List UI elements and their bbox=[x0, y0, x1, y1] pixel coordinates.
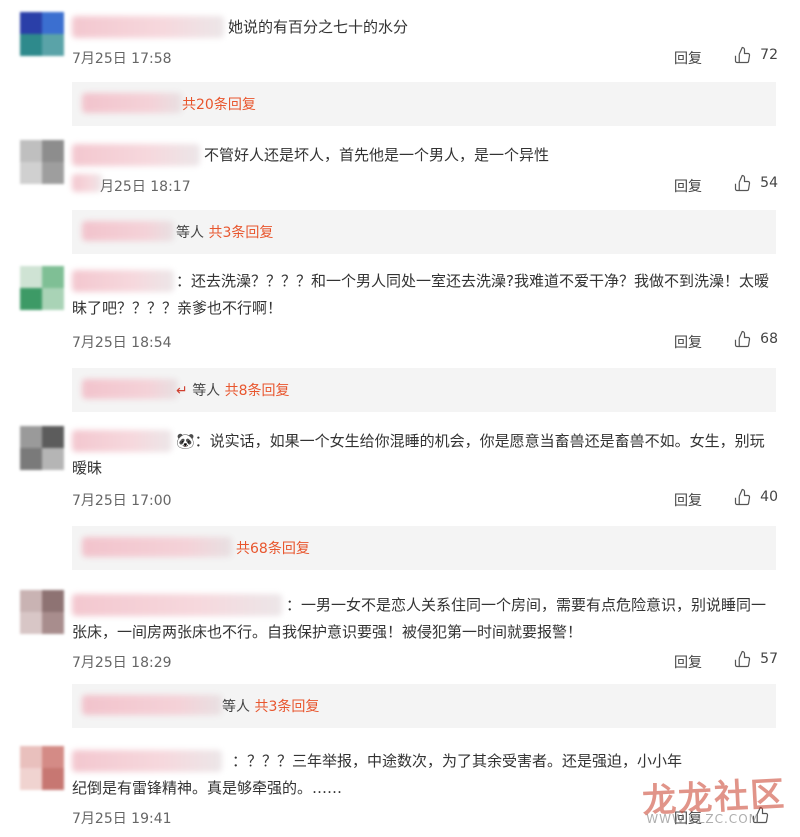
reply-count-link[interactable]: 共3条回复 bbox=[254, 699, 319, 715]
comment-item: ：一男一女不是恋人关系住同一个房间，需要有点危险意识，别说睡同一张床，一间房两张… bbox=[0, 586, 800, 682]
like-count: 68 bbox=[760, 331, 778, 347]
thumbs-up-icon bbox=[735, 46, 751, 64]
watermark-url: WWW.CLZC.COM bbox=[646, 812, 760, 826]
thumbs-up-icon bbox=[735, 650, 751, 668]
comment-time: 月25日 18:17 bbox=[100, 179, 191, 195]
reply-users-blurred bbox=[82, 93, 182, 113]
like-button[interactable]: 40 bbox=[734, 488, 778, 506]
reply-users-blurred bbox=[82, 379, 178, 399]
comment-time: 7月25日 18:54 bbox=[72, 335, 172, 351]
reply-count-link[interactable]: 共3条回复 bbox=[208, 225, 273, 241]
reply-button[interactable]: 回复 bbox=[674, 490, 702, 510]
comment-time: 7月25日 17:00 bbox=[72, 493, 172, 509]
reply-users-blurred bbox=[82, 537, 232, 557]
sub-replies-bar[interactable]: 共20条回复 bbox=[72, 82, 776, 126]
sub-replies-bar[interactable]: 等人 共3条回复 bbox=[72, 210, 776, 254]
comment-time: 7月25日 19:41 bbox=[72, 811, 172, 827]
thumbs-up-icon bbox=[735, 330, 751, 348]
sub-replies-label: 共68条回复 bbox=[236, 538, 310, 558]
sub-replies-label: 等人 共3条回复 bbox=[222, 699, 320, 715]
comment-text: ：一男一女不是恋人关系住同一个房间，需要有点危险意识，别说睡同一张床，一间房两张… bbox=[72, 596, 767, 641]
like-button[interactable]: 57 bbox=[734, 650, 778, 668]
like-count: 40 bbox=[760, 489, 778, 505]
sub-replies-label: 共20条回复 bbox=[182, 94, 256, 114]
reply-button[interactable]: 回复 bbox=[674, 48, 702, 68]
avatar[interactable] bbox=[20, 140, 64, 184]
comment-text: 不管好人还是坏人，首先他是一个男人，是一个异性 bbox=[204, 146, 550, 164]
sub-replies-label: ↵ 等人 共8条回复 bbox=[176, 383, 290, 399]
like-count: 57 bbox=[760, 651, 778, 667]
like-button[interactable]: 72 bbox=[734, 46, 778, 64]
comment-item: 她说的有百分之七十的水分 7月25日 17:58 回复 72 bbox=[0, 6, 800, 78]
comment-time: 7月25日 17:58 bbox=[72, 51, 172, 67]
reply-users-blurred bbox=[82, 695, 222, 715]
comment-time: 7月25日 18:29 bbox=[72, 655, 172, 671]
comment-item: 不管好人还是坏人，首先他是一个男人，是一个异性 月25日 18:17 回复 54 bbox=[0, 136, 800, 208]
like-count: 54 bbox=[760, 175, 778, 191]
avatar[interactable] bbox=[20, 426, 64, 470]
sub-replies-bar[interactable]: ↵ 等人 共8条回复 bbox=[72, 368, 776, 412]
thumbs-up-icon bbox=[735, 488, 751, 506]
like-count: 72 bbox=[760, 47, 778, 63]
avatar[interactable] bbox=[20, 266, 64, 310]
like-button[interactable]: 54 bbox=[734, 174, 778, 192]
reply-button[interactable]: 回复 bbox=[674, 652, 702, 672]
thumbs-up-icon bbox=[735, 174, 751, 192]
avatar[interactable] bbox=[20, 746, 64, 790]
sub-replies-label: 等人 共3条回复 bbox=[176, 225, 274, 241]
reply-button[interactable]: 回复 bbox=[674, 176, 702, 196]
time-blur bbox=[72, 174, 102, 192]
avatar[interactable] bbox=[20, 590, 64, 634]
comment-text: 她说的有百分之七十的水分 bbox=[228, 18, 409, 36]
comment-text: ：？？？三年举报，中途数次，为了其余受害者。还是强迫，小小年纪倒是有雷锋精神。真… bbox=[72, 752, 683, 797]
reply-users-blurred bbox=[82, 221, 174, 241]
reply-count-link[interactable]: 共20条回复 bbox=[182, 97, 256, 113]
sub-replies-bar[interactable]: 等人 共3条回复 bbox=[72, 684, 776, 728]
comment-item: ：还去洗澡？？？？和一个男人同处一室还去洗澡?我难道不爱干净？我做不到洗澡！太暧… bbox=[0, 262, 800, 358]
reply-button[interactable]: 回复 bbox=[674, 332, 702, 352]
comment-text: 🐼：说实话，如果一个女生给你混睡的机会，你是愿意当畜兽还是畜兽不如。女生，别玩暧… bbox=[72, 432, 765, 477]
comment-text: ：还去洗澡？？？？和一个男人同处一室还去洗澡?我难道不爱干净？我做不到洗澡！太暧… bbox=[72, 272, 769, 317]
reply-count-link[interactable]: 共68条回复 bbox=[236, 541, 310, 557]
reply-count-link[interactable]: 共8条回复 bbox=[225, 383, 290, 399]
like-button[interactable]: 68 bbox=[734, 330, 778, 348]
comment-item: 🐼：说实话，如果一个女生给你混睡的机会，你是愿意当畜兽还是畜兽不如。女生，别玩暧… bbox=[0, 422, 800, 518]
avatar[interactable] bbox=[20, 12, 64, 56]
sub-replies-bar[interactable]: 共68条回复 bbox=[72, 526, 776, 570]
